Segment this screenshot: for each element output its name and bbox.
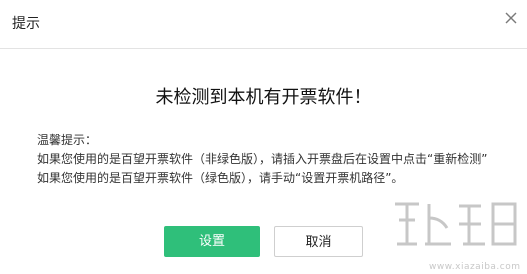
headline-message: 未检测到本机有开票软件！ [155, 87, 372, 108]
watermark-text: www.xiazaiba.com [429, 262, 521, 272]
watermark-logo: www.xiazaiba.com [389, 190, 521, 272]
dialog-titlebar: 提示 [0, 0, 527, 49]
close-button[interactable] [503, 10, 519, 26]
tips-block: 温馨提示： 如果您使用的是百望开票软件（非绿色版），请插入开票盘后在设置中点击“… [37, 131, 487, 188]
watermark-glyphs [395, 202, 517, 246]
settings-button[interactable]: 设置 [164, 226, 260, 257]
prompt-dialog: 提示 未检测到本机有开票软件！ 温馨提示： 如果您使用的是百望开票软件（非绿色版… [0, 0, 527, 274]
tips-line-1: 如果您使用的是百望开票软件（非绿色版），请插入开票盘后在设置中点击“重新检测” [37, 152, 488, 166]
close-icon [505, 12, 517, 24]
tips-line-2: 如果您使用的是百望开票软件（绿色版），请手动“设置开票机路径”。 [37, 171, 404, 185]
cancel-button[interactable]: 取消 [274, 226, 363, 257]
dialog-title: 提示 [12, 16, 40, 32]
tips-heading: 温馨提示： [37, 133, 98, 147]
